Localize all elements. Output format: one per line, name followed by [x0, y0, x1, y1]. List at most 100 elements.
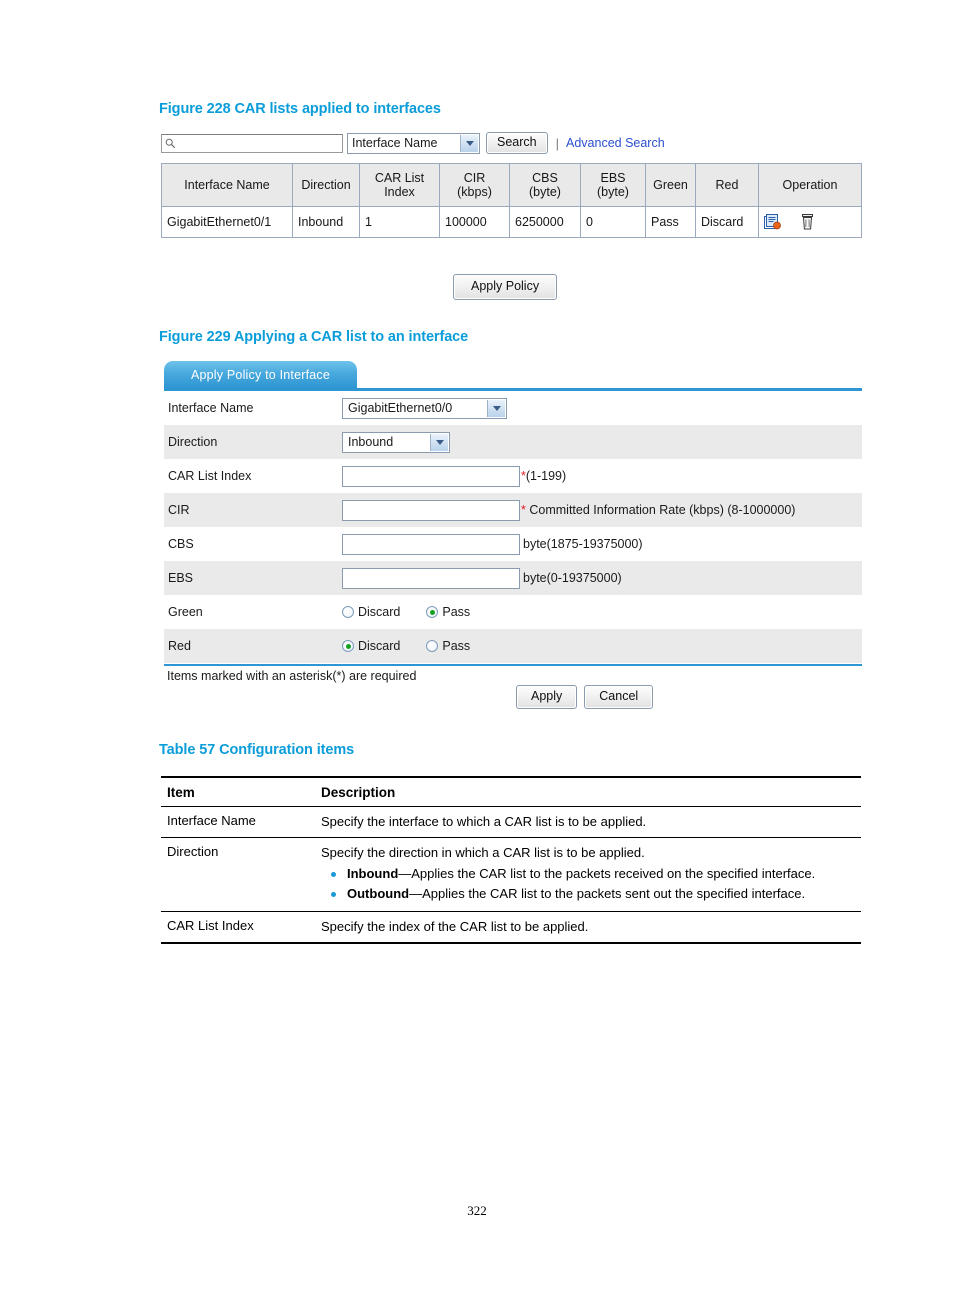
- red-radio-discard[interactable]: Discard: [342, 639, 400, 653]
- label-red: Red: [168, 639, 191, 653]
- column-header-cir: CIR (kbps): [439, 163, 510, 207]
- header-line1: Operation: [782, 178, 838, 192]
- chevron-down-icon[interactable]: [487, 399, 505, 417]
- label-cir: CIR: [168, 503, 190, 517]
- column-header-description: Description: [315, 776, 861, 807]
- column-header-cbs: CBS (byte): [509, 163, 581, 207]
- form-row-cir: CIR * Committed Information Rate (kbps) …: [164, 493, 862, 527]
- cell-ebs: 0: [580, 206, 646, 238]
- header-line1: Red: [715, 178, 739, 192]
- description-text: Specify the direction in which a CAR lis…: [321, 845, 645, 860]
- radio-label: Discard: [358, 605, 401, 619]
- header-line1: CBS: [532, 171, 558, 185]
- hint-car-list-index: *(1-199): [521, 469, 566, 483]
- cell-direction: Inbound: [292, 206, 360, 238]
- green-radio-pass[interactable]: Pass: [426, 605, 470, 619]
- configuration-items-table: Item Description Interface Name Specify …: [161, 776, 861, 944]
- hint-cir: * Committed Information Rate (kbps) (8-1…: [521, 503, 795, 517]
- required-asterisk: *: [521, 503, 526, 517]
- column-header-direction: Direction: [292, 163, 360, 207]
- form-row-cbs: CBS byte(1875-19375000): [164, 527, 862, 561]
- apply-policy-button[interactable]: Apply Policy: [453, 274, 558, 300]
- interface-name-select-value: GigabitEthernet0/0: [348, 401, 453, 415]
- description-text: Specify the index of the CAR list to be …: [321, 919, 589, 934]
- radio-button-selected[interactable]: [426, 606, 439, 618]
- cell-car-list-index: 1: [359, 206, 440, 238]
- list-item: Inbound—Applies the CAR list to the pack…: [327, 864, 859, 884]
- cell-item: CAR List Index: [161, 911, 315, 944]
- search-toolbar: Interface Name Search | Advanced Search: [161, 131, 861, 155]
- tab-label: Apply Policy to Interface: [190, 367, 331, 382]
- form-row-interface-name: Interface Name GigabitEthernet0/0: [164, 391, 862, 425]
- direction-select-value: Inbound: [348, 435, 394, 449]
- hint-text: Committed Information Rate (kbps) (8-100…: [529, 503, 796, 517]
- bullet-text: —Applies the CAR list to the packets sen…: [409, 886, 806, 901]
- bullet-term: Outbound: [347, 886, 410, 901]
- search-icon: [165, 138, 176, 148]
- search-field-select-value: Interface Name: [352, 136, 438, 150]
- tab-underline: [164, 388, 862, 391]
- form-button-bar: Apply Cancel: [516, 685, 654, 709]
- red-radio-group: Discard Pass: [342, 639, 496, 653]
- delete-icon[interactable]: [801, 214, 814, 230]
- form-row-direction: Direction Inbound: [164, 425, 862, 459]
- radio-button-selected[interactable]: [342, 640, 354, 652]
- column-header-ebs: EBS (byte): [580, 163, 646, 207]
- label-direction: Direction: [168, 435, 218, 449]
- apply-button[interactable]: Apply: [516, 685, 578, 709]
- red-radio-pass[interactable]: Pass: [426, 639, 470, 653]
- column-header-interface-name: Interface Name: [161, 163, 293, 207]
- header-line1: EBS: [600, 171, 626, 185]
- green-radio-discard[interactable]: Discard: [342, 605, 400, 619]
- table-header-row: Interface Name Direction CAR List Index …: [161, 163, 862, 207]
- table-row: Direction Specify the direction in which…: [161, 837, 861, 912]
- label-green: Green: [168, 605, 203, 619]
- header-line1: Interface Name: [184, 178, 270, 192]
- search-button[interactable]: Search: [486, 132, 548, 154]
- column-header-item: Item: [161, 776, 315, 807]
- header-line2: (byte): [597, 185, 629, 199]
- bullet-term: Inbound: [347, 866, 399, 881]
- table-row: Interface Name Specify the interface to …: [161, 806, 861, 838]
- required-fields-note: Items marked with an asterisk(*) are req…: [167, 669, 417, 683]
- radio-button[interactable]: [342, 606, 354, 618]
- table-57-caption: Table 57 Configuration items: [159, 742, 355, 758]
- advanced-search-link[interactable]: Advanced Search: [566, 136, 665, 150]
- chevron-down-icon[interactable]: [460, 134, 478, 152]
- cell-item: Direction: [161, 837, 315, 912]
- apply-policy-form-screenshot: Apply Policy to Interface Interface Name…: [164, 361, 862, 709]
- hint-ebs: byte(0-19375000): [523, 571, 622, 585]
- cir-input[interactable]: [342, 499, 520, 521]
- search-field-select[interactable]: Interface Name: [347, 132, 480, 154]
- cell-description: Specify the index of the CAR list to be …: [315, 911, 861, 944]
- apply-policy-container: Apply Policy: [453, 274, 558, 300]
- description-text: Specify the interface to which a CAR lis…: [321, 814, 647, 829]
- car-list-index-input[interactable]: [342, 465, 520, 487]
- green-radio-group: Discard Pass: [342, 605, 496, 619]
- form-row-green: Green Discard Pass: [164, 595, 862, 629]
- radio-button[interactable]: [426, 640, 439, 652]
- form-row-red: Red Discard Pass: [164, 629, 862, 663]
- header-line1: CIR: [463, 171, 486, 185]
- form-row-car-list-index: CAR List Index *(1-199): [164, 459, 862, 493]
- cell-red: Discard: [695, 206, 759, 238]
- cell-cir: 100000: [439, 206, 510, 238]
- label-interface-name: Interface Name: [168, 401, 254, 415]
- search-input[interactable]: [161, 133, 343, 153]
- interface-name-select[interactable]: GigabitEthernet0/0: [342, 397, 507, 419]
- table-header-row: Item Description: [161, 776, 861, 807]
- cancel-button[interactable]: Cancel: [584, 685, 654, 709]
- tab-apply-policy-to-interface[interactable]: Apply Policy to Interface: [164, 361, 357, 388]
- radio-label: Pass: [442, 639, 471, 653]
- hint-text: (1-199): [525, 469, 567, 483]
- car-list-screenshot: Interface Name Search | Advanced Search …: [161, 131, 862, 238]
- table-row[interactable]: GigabitEthernet0/1 Inbound 1 100000 6250…: [161, 206, 862, 238]
- figure-229-caption: Figure 229 Applying a CAR list to an int…: [159, 329, 469, 345]
- tab-strip: Apply Policy to Interface: [164, 361, 862, 391]
- ebs-input[interactable]: [342, 567, 520, 589]
- header-line1: Direction: [301, 178, 351, 192]
- edit-icon[interactable]: [764, 214, 781, 230]
- chevron-down-icon[interactable]: [430, 433, 448, 451]
- direction-select[interactable]: Inbound: [342, 431, 450, 453]
- cbs-input[interactable]: [342, 533, 520, 555]
